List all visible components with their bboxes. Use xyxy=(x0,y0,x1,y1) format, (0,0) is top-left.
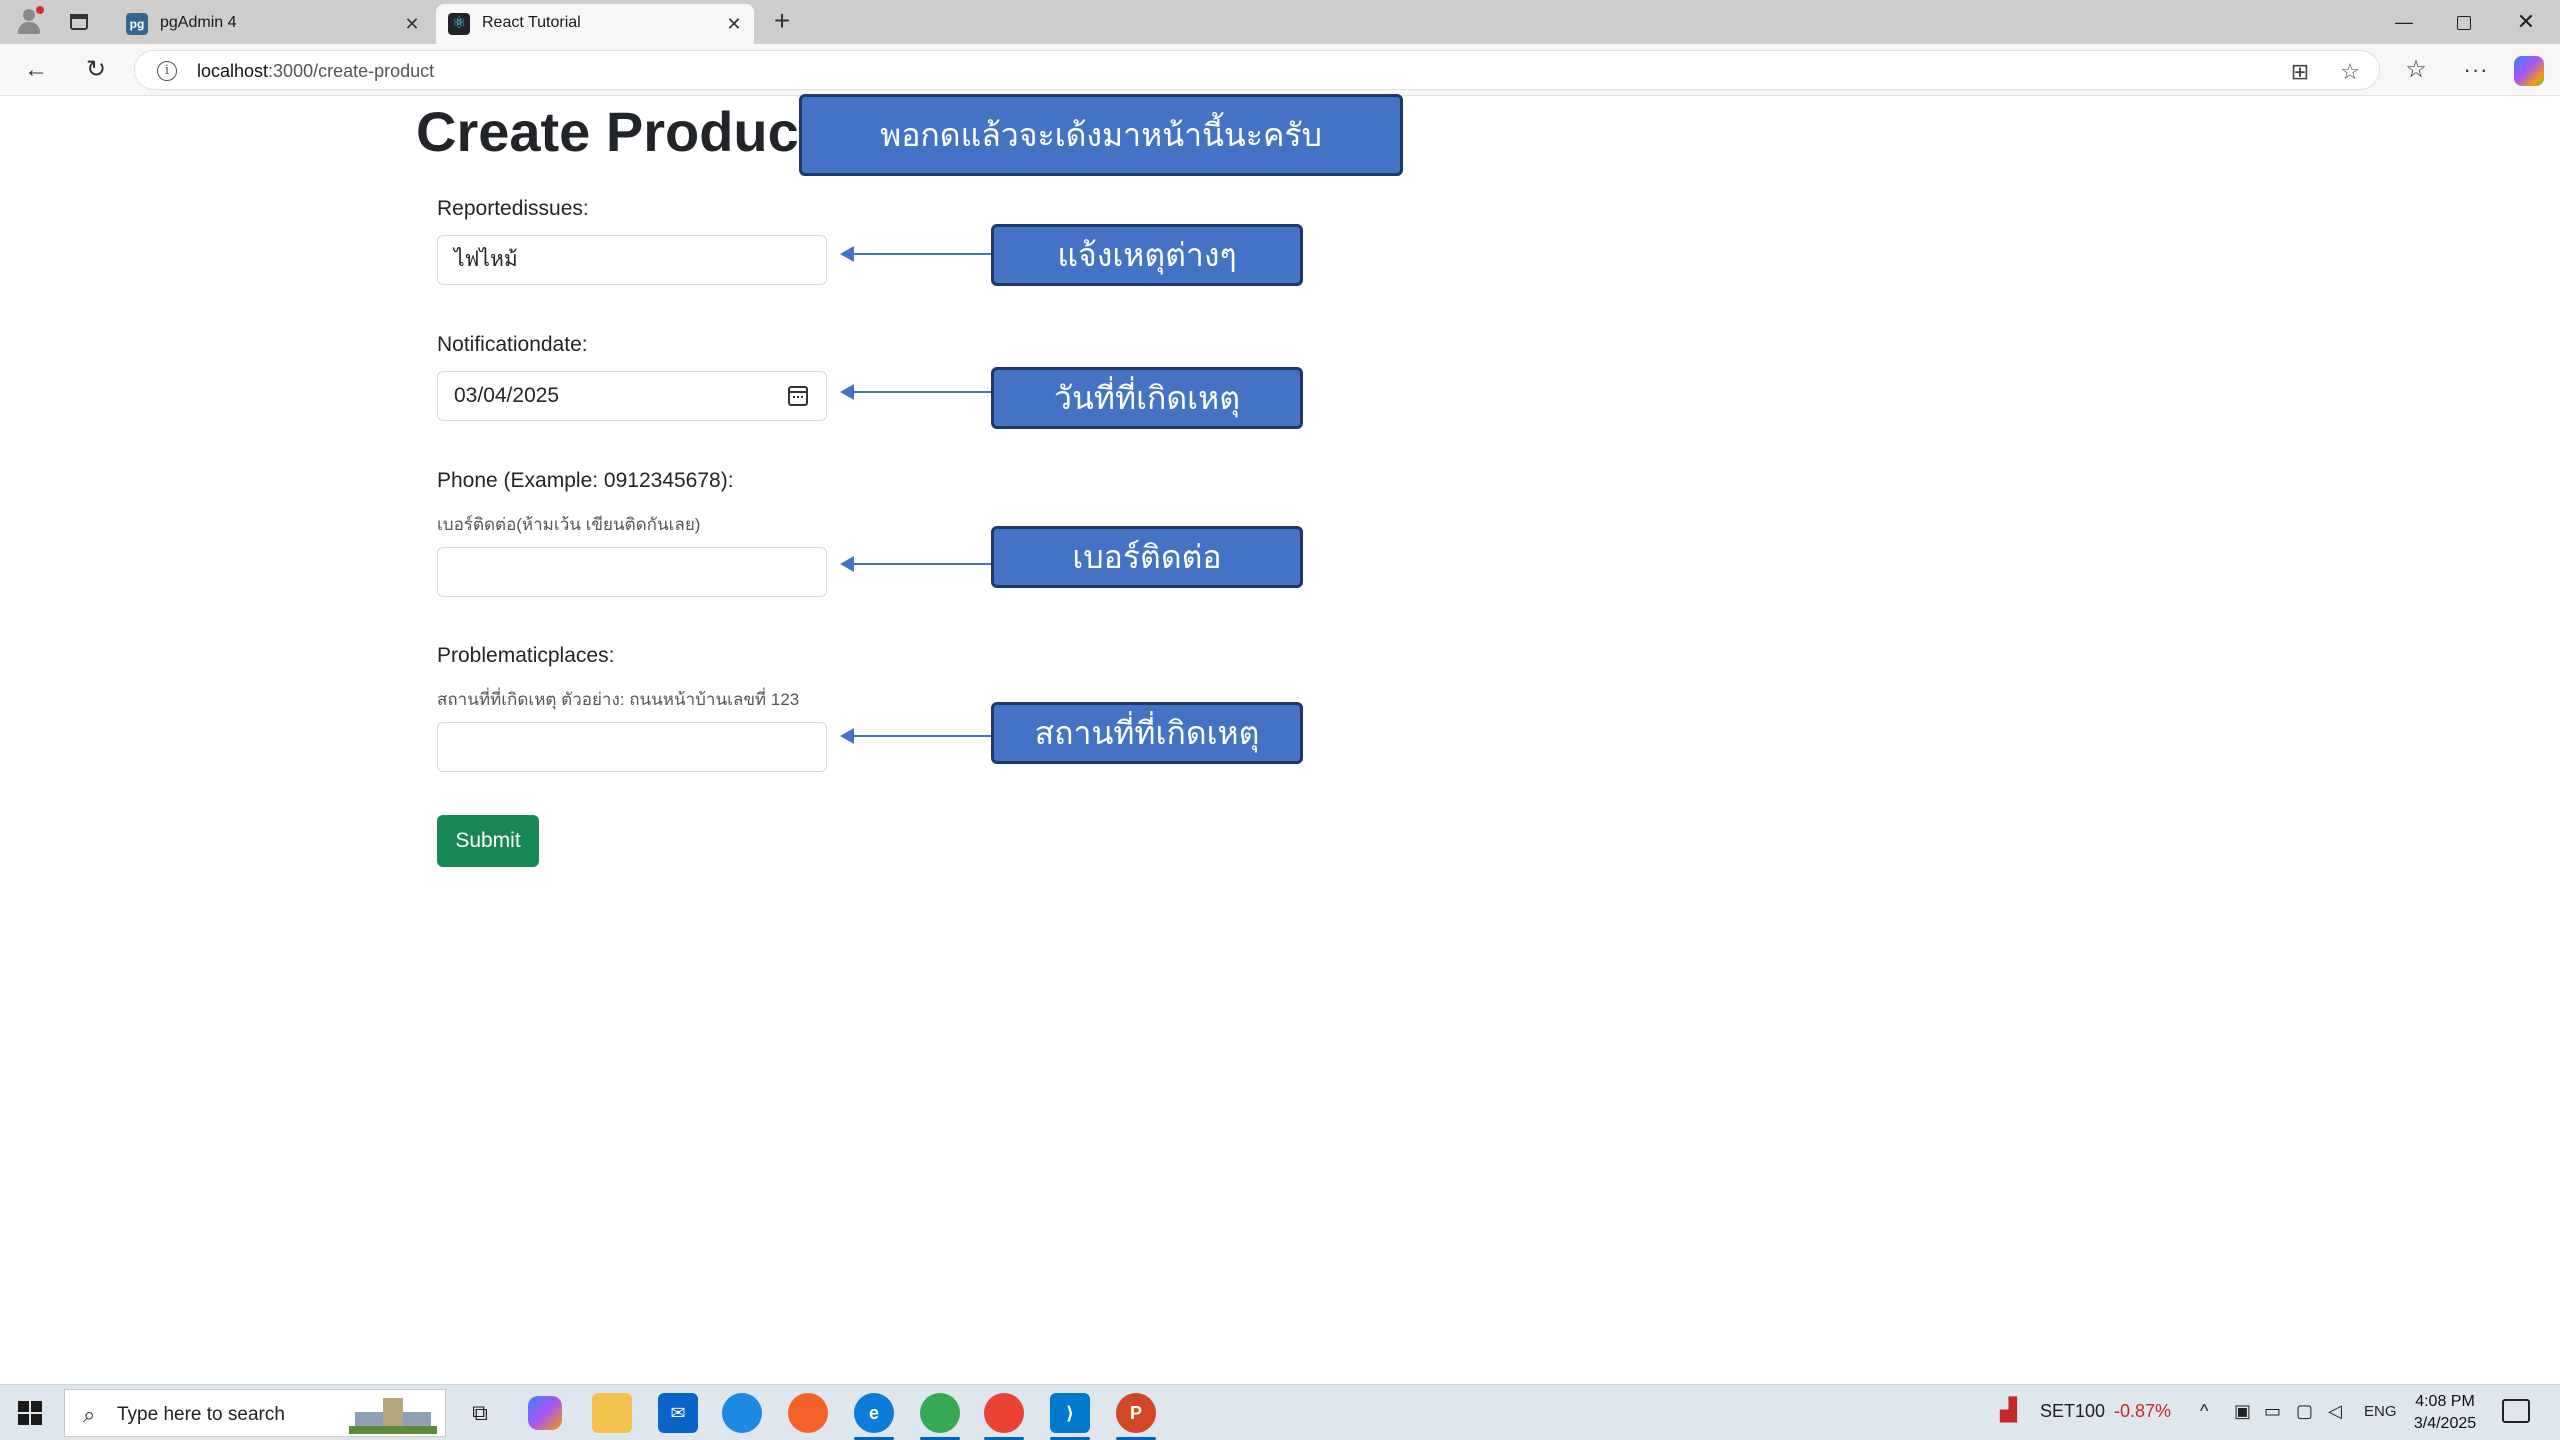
tab-react-tutorial[interactable]: ⚛ React Tutorial ✕ xyxy=(436,4,754,44)
annotation-phone: เบอร์ติดต่อ xyxy=(991,526,1303,588)
clock[interactable]: 4:08 PM 3/4/2025 xyxy=(2410,1391,2480,1435)
annotation-main-callout: พอกดแล้วจะเด้งมาหน้านี้นะครับ xyxy=(799,94,1403,176)
notification-date-label: Notificationdate: xyxy=(437,333,588,356)
pgadmin-icon: pg xyxy=(126,13,148,35)
notification-icon[interactable] xyxy=(2502,1399,2530,1423)
meet-icon[interactable]: ▣ xyxy=(2234,1401,2251,1422)
back-arrow-icon[interactable]: ← xyxy=(20,54,52,86)
annotation-reported-issues: แจ้งเหตุต่างๆ xyxy=(991,224,1303,286)
annotation-notification-date: วันที่ที่เกิดเหตุ xyxy=(991,367,1303,429)
task-view-icon[interactable]: ⧉ xyxy=(460,1393,500,1433)
browser-toolbar: ← ↻ i localhost:3000/create-product ⊞ ☆ … xyxy=(0,44,2560,96)
site-info-icon[interactable]: i xyxy=(157,61,177,81)
app-available-icon[interactable]: ⊞ xyxy=(2285,57,2315,87)
chrome-profile-icon[interactable] xyxy=(984,1393,1024,1433)
phone-help-text: เบอร์ติดต่อ(ห้ามเว้น เขียนติดกันเลย) xyxy=(437,515,701,534)
problematic-places-help-text: สถานที่ที่เกิดเหตุ ตัวอย่าง: ถนนหน้าบ้าน… xyxy=(437,690,800,709)
date-value: 03/04/2025 xyxy=(454,384,560,407)
favorites-icon[interactable]: ☆ xyxy=(2400,54,2432,86)
taskbar-search-input[interactable]: ⌕ Type here to search xyxy=(64,1389,446,1437)
new-tab-button[interactable]: + xyxy=(766,6,798,38)
annotation-arrow xyxy=(840,384,994,400)
network-icon[interactable]: ▢ xyxy=(2296,1401,2313,1422)
phone-label: Phone (Example: 0912345678): xyxy=(437,469,734,492)
notification-date-input[interactable]: 03/04/2025 xyxy=(437,371,827,421)
url-text[interactable]: localhost:3000/create-product xyxy=(197,61,434,82)
tab-title: React Tutorial xyxy=(482,14,581,31)
problematic-places-label: Problematicplaces: xyxy=(437,644,615,667)
page-content: Create Product Reportedissues: ไฟไหม้ No… xyxy=(6,94,2556,1381)
vscode-icon[interactable]: ⟩ xyxy=(1050,1393,1090,1433)
powerpoint-icon[interactable]: P xyxy=(1116,1393,1156,1433)
volume-muted-icon[interactable]: ◁ xyxy=(2328,1401,2342,1422)
stock-name[interactable]: SET100 xyxy=(2040,1401,2105,1422)
close-window-button[interactable]: ✕ xyxy=(2496,4,2556,40)
search-placeholder: Type here to search xyxy=(117,1404,285,1425)
react-icon: ⚛ xyxy=(448,13,470,35)
battery-icon[interactable]: ▭ xyxy=(2264,1401,2281,1422)
calendar-icon[interactable] xyxy=(788,386,808,406)
annotation-arrow xyxy=(840,246,994,262)
search-highlight-image xyxy=(349,1394,437,1434)
annotation-problematic-places: สถานที่ที่เกิดเหตุ xyxy=(991,702,1303,764)
more-options-icon[interactable]: ··· xyxy=(2460,54,2492,86)
tab-title: pgAdmin 4 xyxy=(160,14,237,31)
profile-icon[interactable] xyxy=(14,6,44,36)
annotation-arrow xyxy=(840,556,994,572)
address-bar[interactable]: i localhost:3000/create-product ⊞ ☆ xyxy=(134,50,2380,90)
minimize-button[interactable]: — xyxy=(2374,4,2434,40)
file-explorer-icon[interactable] xyxy=(592,1393,632,1433)
restore-button[interactable] xyxy=(2434,4,2494,40)
browser-tab-bar: pg pgAdmin 4 ✕ ⚛ React Tutorial ✕ + — ✕ xyxy=(0,0,2560,44)
submit-button[interactable]: Submit xyxy=(437,815,539,867)
tab-actions-icon[interactable] xyxy=(64,8,92,36)
windows-taskbar: ⌕ Type here to search ⧉ ✉ e ⟩ P ▟ SET100… xyxy=(0,1384,2560,1440)
clock-time: 4:08 PM xyxy=(2415,1393,2475,1410)
copilot-taskbar-icon[interactable] xyxy=(528,1396,562,1430)
reload-icon[interactable]: ↻ xyxy=(80,54,112,86)
reported-issues-input[interactable]: ไฟไหม้ xyxy=(437,235,827,285)
reported-issues-label: Reportedissues: xyxy=(437,197,589,220)
clock-date: 3/4/2025 xyxy=(2413,1415,2477,1432)
language-indicator[interactable]: ENG xyxy=(2364,1403,2397,1420)
page-title: Create Product xyxy=(416,100,818,163)
edge-icon[interactable]: e xyxy=(854,1393,894,1433)
postman-icon[interactable] xyxy=(788,1393,828,1433)
tab-pgadmin[interactable]: pg pgAdmin 4 ✕ xyxy=(114,4,432,44)
mail-icon[interactable]: ✉ xyxy=(658,1393,698,1433)
problematic-places-input[interactable] xyxy=(437,722,827,772)
close-tab-icon[interactable]: ✕ xyxy=(400,12,424,36)
docker-icon[interactable] xyxy=(722,1393,762,1433)
close-tab-icon[interactable]: ✕ xyxy=(722,12,746,36)
windows-start-icon[interactable] xyxy=(18,1401,42,1425)
phone-input[interactable] xyxy=(437,547,827,597)
search-icon: ⌕ xyxy=(83,1402,96,1427)
chrome-icon[interactable] xyxy=(920,1393,960,1433)
favorite-star-icon[interactable]: ☆ xyxy=(2335,57,2365,87)
stock-chart-icon[interactable]: ▟ xyxy=(2000,1397,2017,1423)
chevron-up-icon[interactable]: ^ xyxy=(2200,1401,2208,1422)
copilot-icon[interactable] xyxy=(2514,56,2544,86)
annotation-arrow xyxy=(840,728,994,744)
stock-change[interactable]: -0.87% xyxy=(2114,1401,2171,1422)
